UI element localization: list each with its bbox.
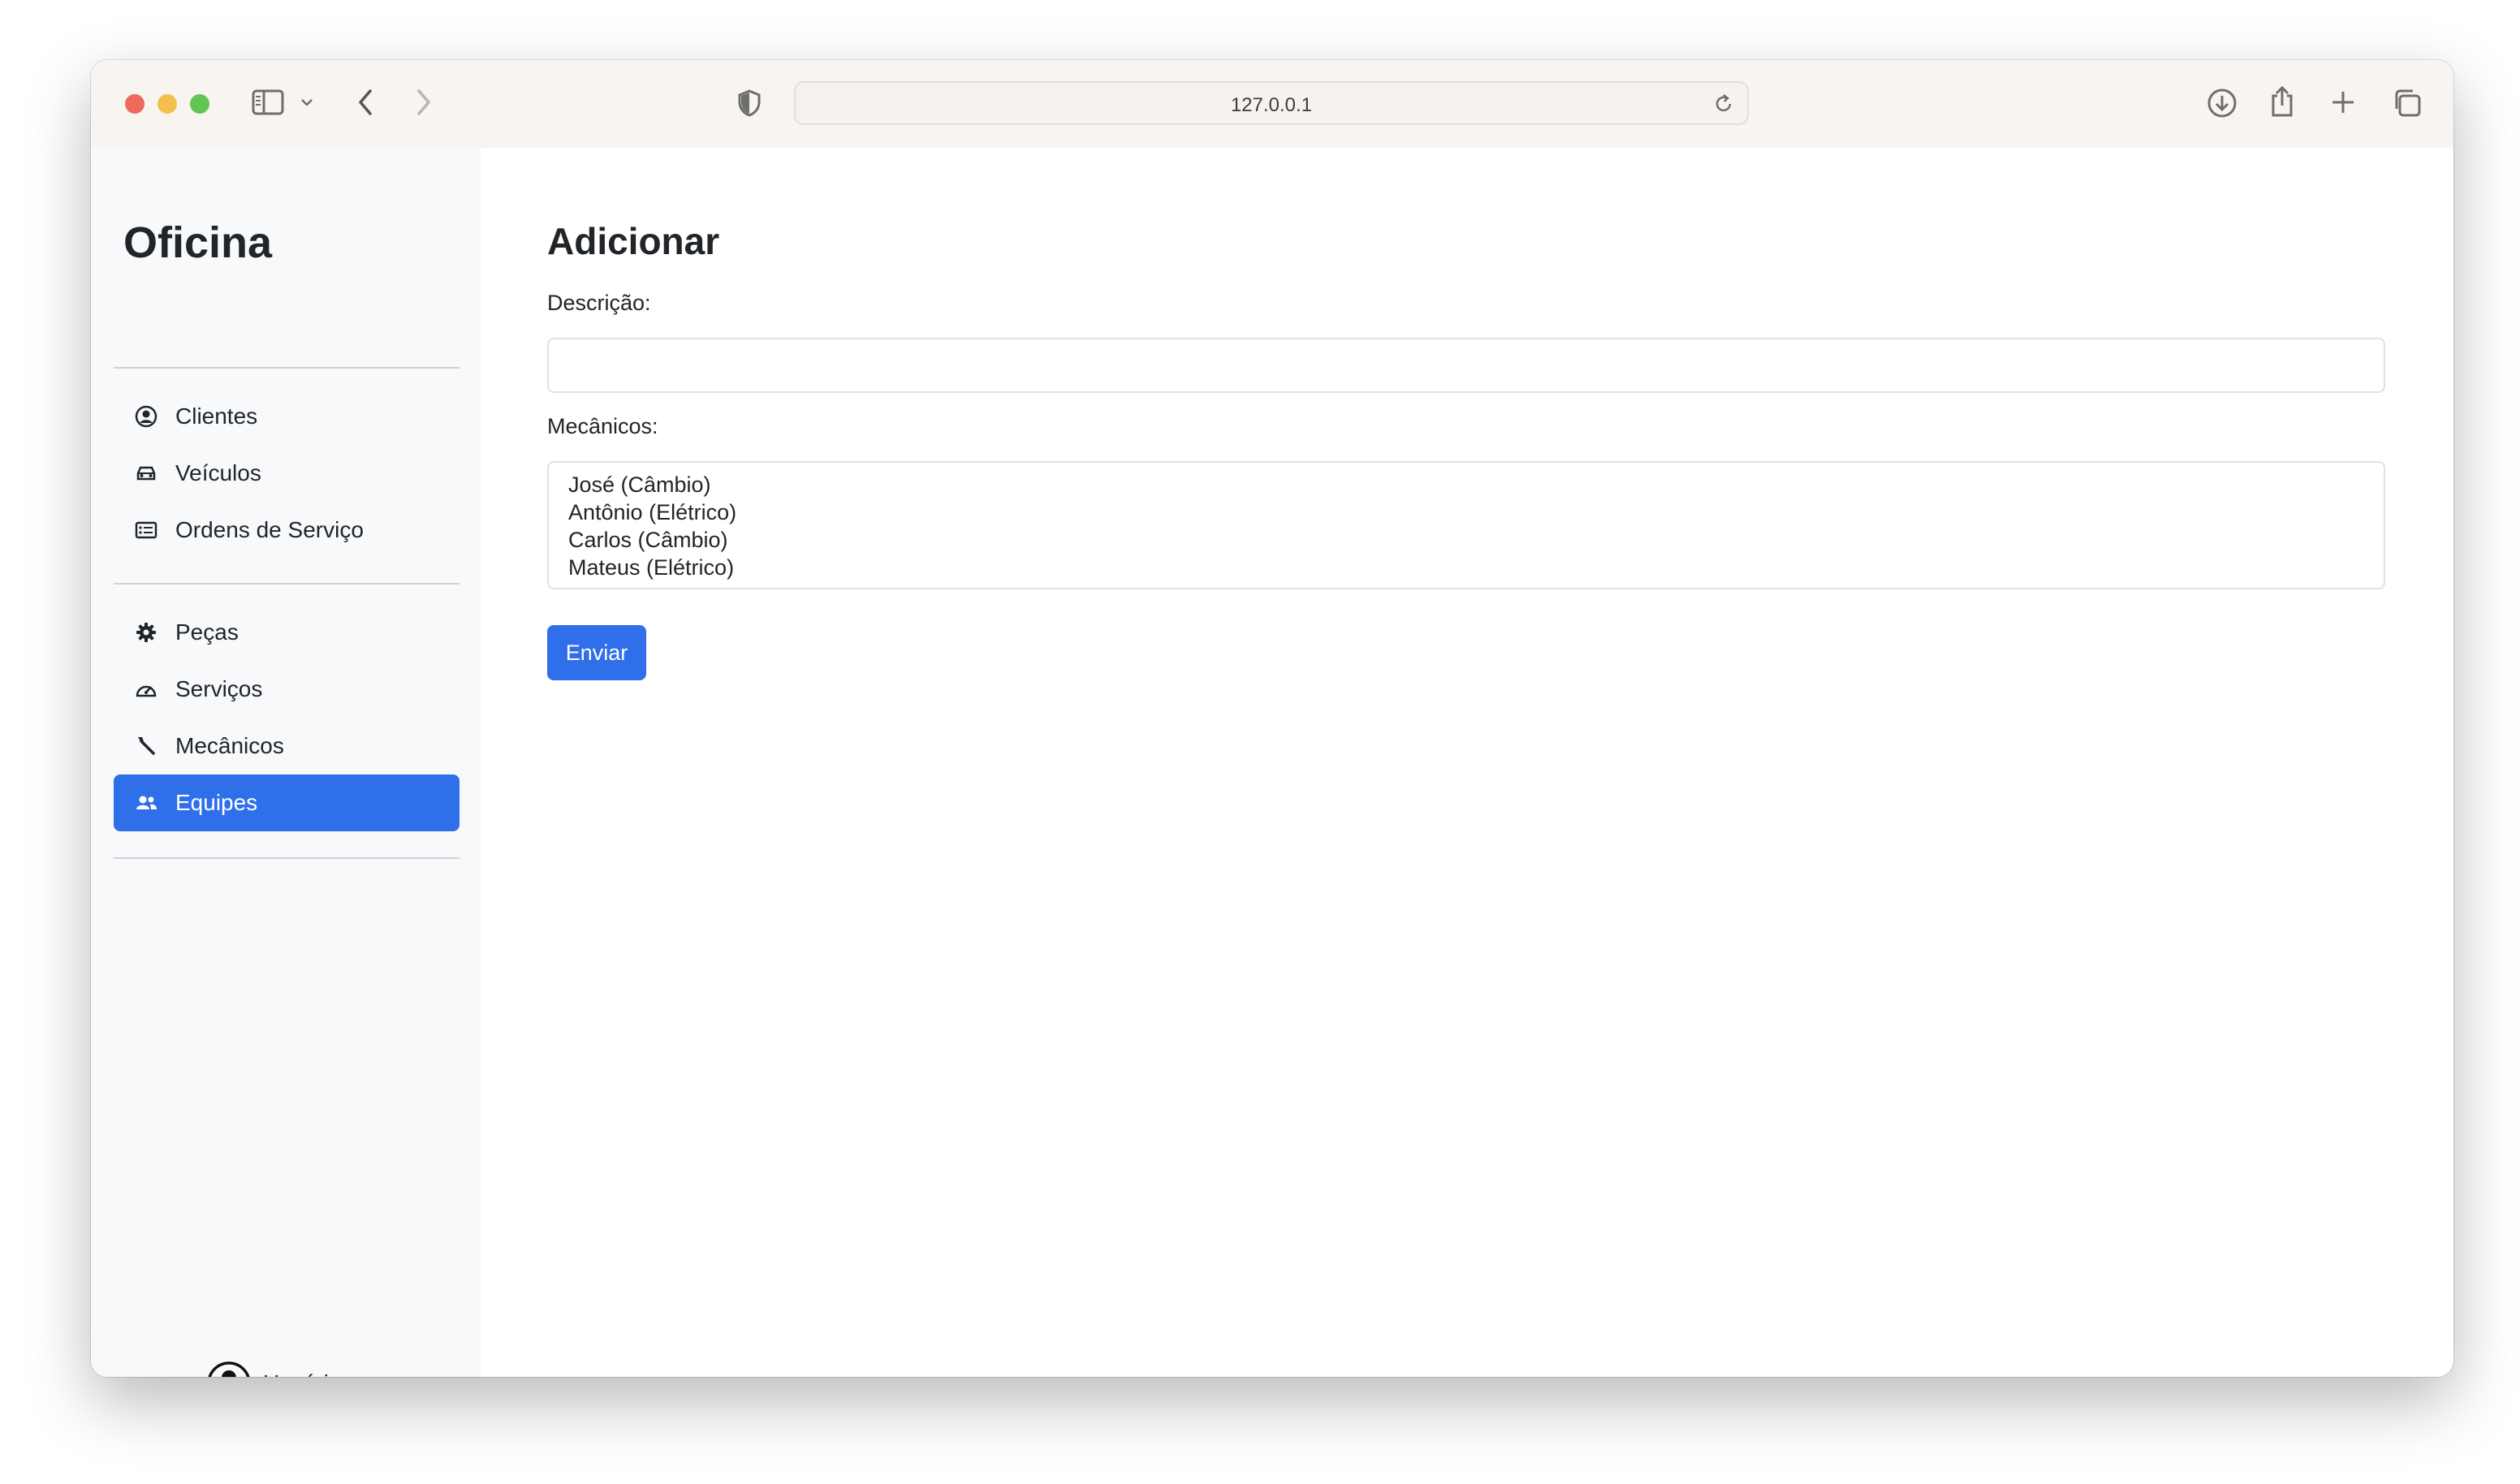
- wrench-icon: [135, 735, 158, 757]
- sidebar-item-equipes[interactable]: Equipes: [114, 774, 460, 831]
- user-menu[interactable]: Usuário: [206, 1359, 359, 1377]
- gear-icon: [135, 621, 158, 644]
- zoom-window-button[interactable]: [190, 94, 209, 114]
- main-content: Adicionar Descrição: Mecânicos: José (Câ…: [481, 148, 2453, 1377]
- sidebar-item-clientes[interactable]: Clientes: [114, 388, 460, 445]
- reload-icon[interactable]: [1713, 93, 1734, 119]
- url-text: 127.0.0.1: [1230, 94, 1313, 116]
- browser-toolbar: 127.0.0.1: [91, 60, 2453, 149]
- person-circle-icon: [135, 405, 158, 428]
- sidebar-item-mecanicos[interactable]: Mecânicos: [114, 718, 460, 774]
- minimize-window-button[interactable]: [158, 94, 177, 114]
- sidebar-divider: [114, 583, 460, 585]
- sidebar-item-label: Equipes: [175, 790, 258, 815]
- brand-title[interactable]: Oficina: [123, 218, 272, 268]
- people-icon: [135, 792, 158, 814]
- address-bar[interactable]: 127.0.0.1: [794, 81, 1749, 125]
- sidebar-item-veiculos[interactable]: Veículos: [114, 445, 460, 502]
- descricao-label: Descrição:: [547, 291, 651, 315]
- tab-overview-icon[interactable]: [2392, 88, 2423, 119]
- sidebar-item-label: Mecânicos: [175, 733, 284, 758]
- sidebar-item-label: Ordens de Serviço: [175, 517, 364, 542]
- sidebar-toggle-icon[interactable]: [252, 89, 284, 115]
- sidebar-divider: [114, 367, 460, 369]
- user-name: Usuário: [263, 1370, 341, 1377]
- mecanicos-label: Mecânicos:: [547, 414, 658, 438]
- sidebar-item-label: Peças: [175, 619, 239, 645]
- download-icon[interactable]: [2207, 88, 2237, 119]
- back-icon[interactable]: [356, 88, 375, 117]
- descricao-input[interactable]: [547, 338, 2385, 393]
- sidebar-item-ordens-de-servico[interactable]: Ordens de Serviço: [114, 502, 460, 559]
- sidebar: Oficina Clientes Veículos Ordens de Serv…: [91, 148, 481, 1377]
- speedometer-icon: [135, 678, 158, 701]
- sidebar-item-pecas[interactable]: Peças: [114, 604, 460, 661]
- sidebar-item-servicos[interactable]: Serviços: [114, 661, 460, 718]
- mecanico-option[interactable]: Mateus (Elétrico): [568, 554, 2364, 581]
- mecanicos-multiselect[interactable]: José (Câmbio) Antônio (Elétrico) Carlos …: [547, 461, 2385, 589]
- sidebar-item-label: Clientes: [175, 403, 258, 429]
- chevron-down-icon[interactable]: [300, 97, 313, 107]
- forward-icon[interactable]: [414, 88, 434, 117]
- mecanico-option[interactable]: José (Câmbio): [568, 471, 2364, 498]
- browser-window: 127.0.0.1 Oficina Clientes Veículos Orde…: [91, 60, 2453, 1377]
- mecanico-option[interactable]: Carlos (Câmbio): [568, 526, 2364, 554]
- new-tab-icon[interactable]: [2330, 89, 2356, 115]
- share-icon[interactable]: [2268, 84, 2296, 119]
- shield-icon[interactable]: [737, 89, 762, 117]
- mecanico-option[interactable]: Antônio (Elétrico): [568, 498, 2364, 526]
- sidebar-divider: [114, 857, 460, 859]
- card-list-icon: [135, 519, 158, 541]
- avatar: [206, 1361, 252, 1377]
- close-window-button[interactable]: [125, 94, 145, 114]
- page-title: Adicionar: [547, 220, 720, 262]
- car-icon: [135, 462, 158, 485]
- sidebar-item-label: Serviços: [175, 676, 263, 701]
- submit-button[interactable]: Enviar: [547, 625, 646, 680]
- sidebar-item-label: Veículos: [175, 460, 261, 485]
